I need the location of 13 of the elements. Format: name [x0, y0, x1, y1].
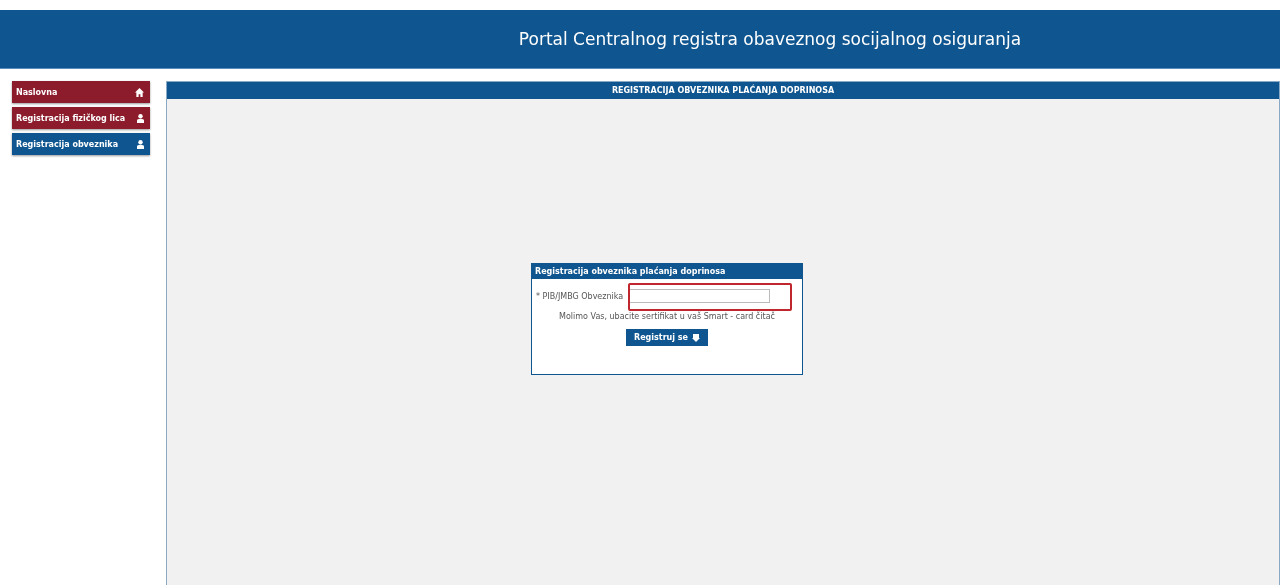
portal-title: Portal Centralnog registra obaveznog socijalnog osiguranja	[518, 29, 1022, 49]
register-button[interactable]: Registruj se	[626, 329, 708, 346]
info-message: Molimo Vas, ubacite sertifikat u vaš Smart - card čitač	[559, 312, 775, 321]
panel-title: REGISTRACIJA OBVEZNIKA PLAĆANJA DOPRINOSA	[167, 82, 1279, 99]
field-label: * PIB/JMBG Obveznika	[536, 291, 624, 301]
sidebar-item[interactable]: Registracija obveznika	[12, 133, 150, 155]
home-icon	[135, 87, 144, 97]
person-icon	[137, 139, 144, 149]
person-icon	[137, 113, 144, 123]
input-field[interactable]	[628, 289, 771, 303]
sidebar-item[interactable]: Naslovna	[12, 81, 150, 103]
sidebar-item[interactable]: Registracija fizičkog lica	[12, 107, 150, 129]
card-title: Registracija obveznika plaćanja doprinosa	[532, 264, 802, 279]
